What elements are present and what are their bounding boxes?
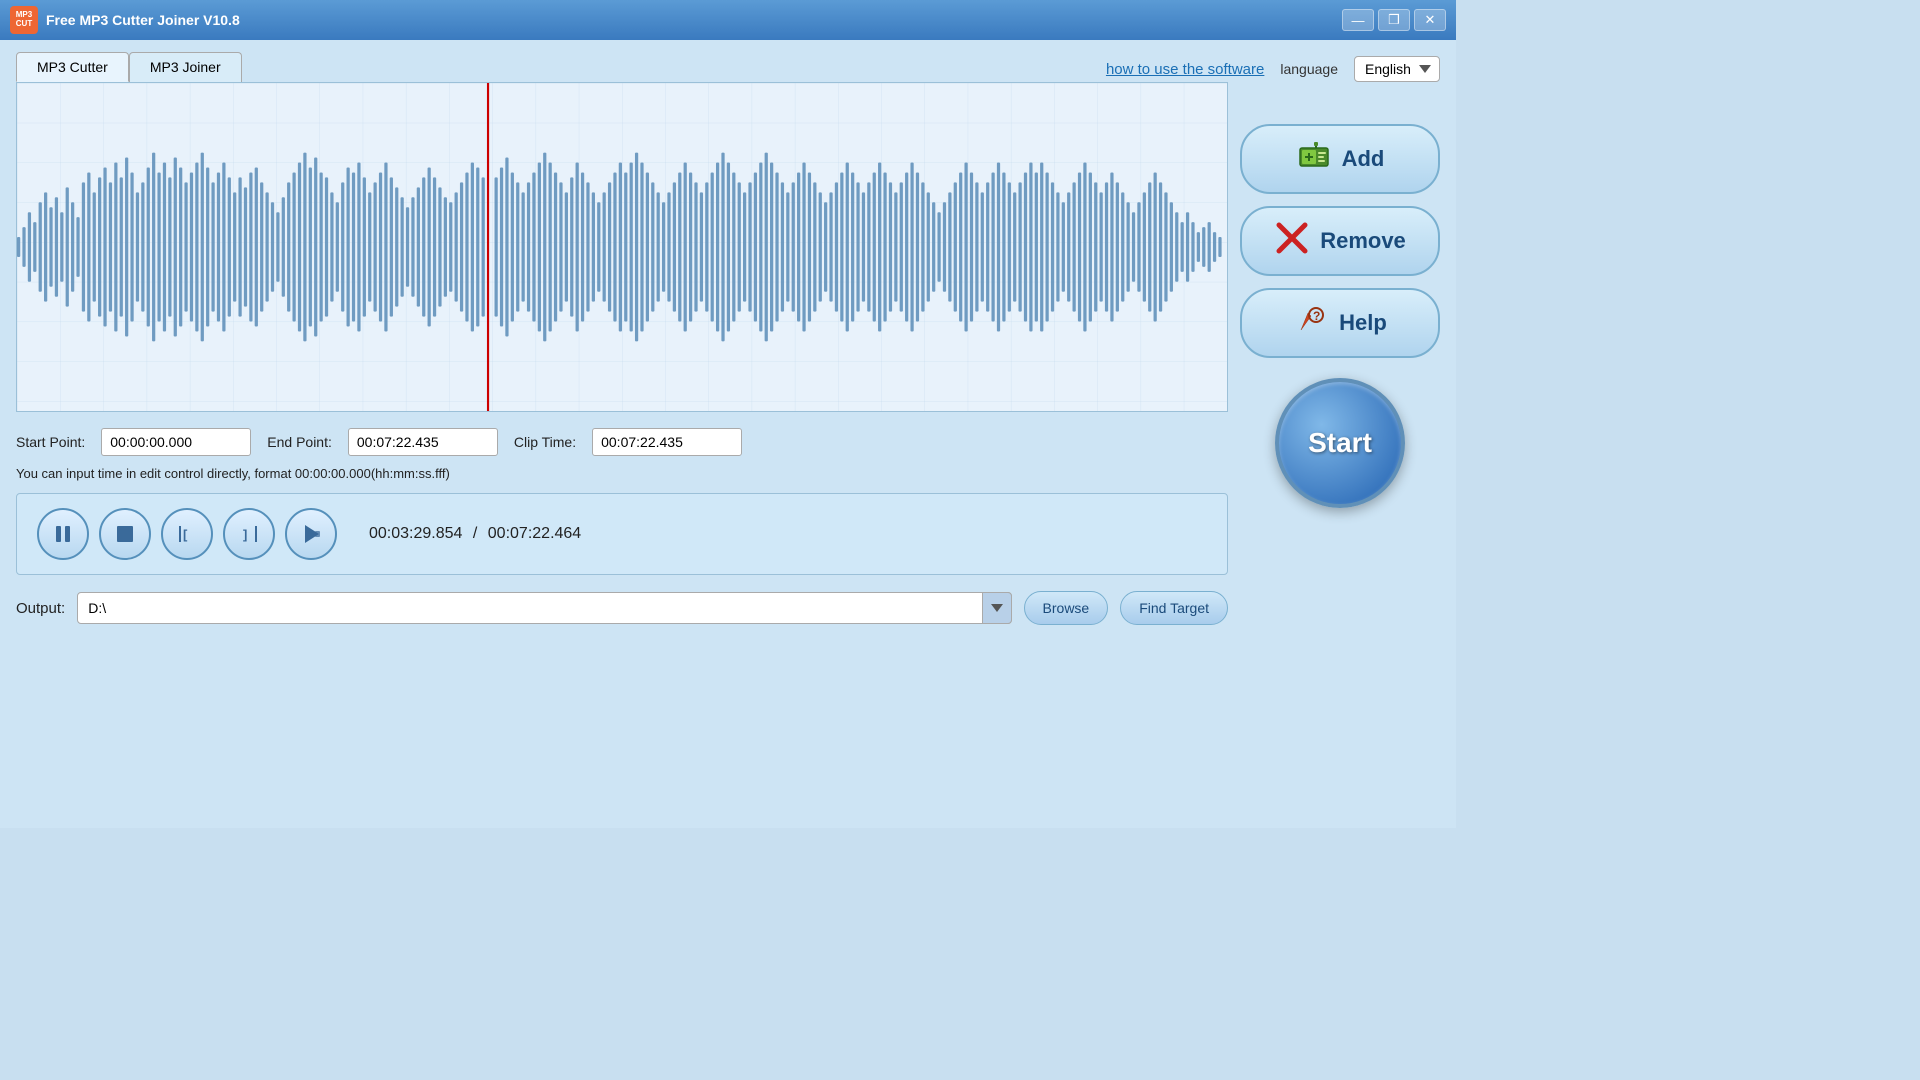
how-to-link[interactable]: how to use the software (1106, 61, 1264, 78)
time-separator: / (473, 525, 477, 542)
help-label: Help (1339, 310, 1387, 336)
set-end-button[interactable]: ] (223, 508, 275, 560)
total-time: 00:07:22.464 (488, 525, 581, 542)
pause-icon (52, 523, 74, 545)
time-controls: Start Point: End Point: Clip Time: (16, 428, 1228, 456)
minimize-button[interactable]: — (1342, 9, 1374, 31)
start-point-label: Start Point: (16, 434, 85, 450)
clip-time-input[interactable] (592, 428, 742, 456)
output-label: Output: (16, 600, 65, 617)
right-panel: Add Remove (1240, 82, 1440, 625)
remove-icon-svg (1274, 220, 1310, 256)
language-select[interactable]: English (1354, 56, 1440, 82)
add-icon-svg (1296, 138, 1332, 174)
dropdown-icon (991, 604, 1003, 612)
waveform-display (17, 83, 1227, 411)
app-icon: MP3CUT (10, 6, 38, 34)
end-point-input[interactable] (348, 428, 498, 456)
find-target-button[interactable]: Find Target (1120, 591, 1228, 625)
player-bar: [ ] (16, 493, 1228, 575)
tabs-right: how to use the software language English (1106, 56, 1440, 82)
start-btn-container: Start (1240, 378, 1440, 508)
stop-icon (114, 523, 136, 545)
output-path-input[interactable] (77, 592, 1011, 624)
clip-time-label: Clip Time: (514, 434, 576, 450)
remove-button[interactable]: Remove (1240, 206, 1440, 276)
help-icon: ? (1293, 302, 1329, 344)
help-icon-svg: ? (1293, 302, 1329, 338)
waveform-container[interactable] (16, 82, 1228, 412)
maximize-button[interactable]: ❒ (1378, 9, 1410, 31)
start-button[interactable]: Start (1275, 378, 1405, 508)
app-title: Free MP3 Cutter Joiner V10.8 (46, 12, 240, 28)
add-label: Add (1342, 146, 1385, 172)
output-input-wrap (77, 592, 1011, 624)
help-button[interactable]: ? Help (1240, 288, 1440, 358)
set-start-button[interactable]: [ (161, 508, 213, 560)
svg-text:[: [ (183, 527, 188, 542)
current-time: 00:03:29.854 (369, 525, 462, 542)
svg-text:?: ? (1313, 309, 1320, 323)
main-content: MP3 Cutter MP3 Joiner how to use the sof… (0, 40, 1456, 828)
left-panel: Start Point: End Point: Clip Time: You c… (16, 82, 1228, 625)
window-controls: — ❒ ✕ (1342, 9, 1446, 31)
tabs-left: MP3 Cutter MP3 Joiner (16, 52, 242, 82)
pause-button[interactable] (37, 508, 89, 560)
set-start-icon: [ (176, 523, 198, 545)
browse-button[interactable]: Browse (1024, 591, 1109, 625)
set-end-icon: ] (238, 523, 260, 545)
player-controls: [ ] (37, 508, 337, 560)
close-button[interactable]: ✕ (1414, 9, 1446, 31)
time-display: 00:03:29.854 / 00:07:22.464 (369, 525, 581, 543)
title-bar-left: MP3CUT Free MP3 Cutter Joiner V10.8 (10, 6, 240, 34)
tab-mp3-cutter[interactable]: MP3 Cutter (16, 52, 129, 82)
language-label: language (1280, 61, 1338, 77)
svg-text:]: ] (243, 527, 247, 542)
tabs-row: MP3 Cutter MP3 Joiner how to use the sof… (16, 52, 1440, 82)
remove-label: Remove (1320, 228, 1406, 254)
start-point-input[interactable] (101, 428, 251, 456)
output-row: Output: Browse Find Target (16, 591, 1228, 625)
hint-text: You can input time in edit control direc… (16, 466, 1228, 481)
remove-icon (1274, 220, 1310, 262)
title-bar: MP3CUT Free MP3 Cutter Joiner V10.8 — ❒ … (0, 0, 1456, 40)
play-button[interactable] (285, 508, 337, 560)
add-icon (1296, 138, 1332, 181)
add-button[interactable]: Add (1240, 124, 1440, 194)
end-point-label: End Point: (267, 434, 332, 450)
tab-mp3-joiner[interactable]: MP3 Joiner (129, 52, 242, 82)
content-area: Start Point: End Point: Clip Time: You c… (16, 82, 1440, 625)
output-dropdown-button[interactable] (982, 592, 1012, 624)
play-icon (300, 523, 322, 545)
stop-button[interactable] (99, 508, 151, 560)
